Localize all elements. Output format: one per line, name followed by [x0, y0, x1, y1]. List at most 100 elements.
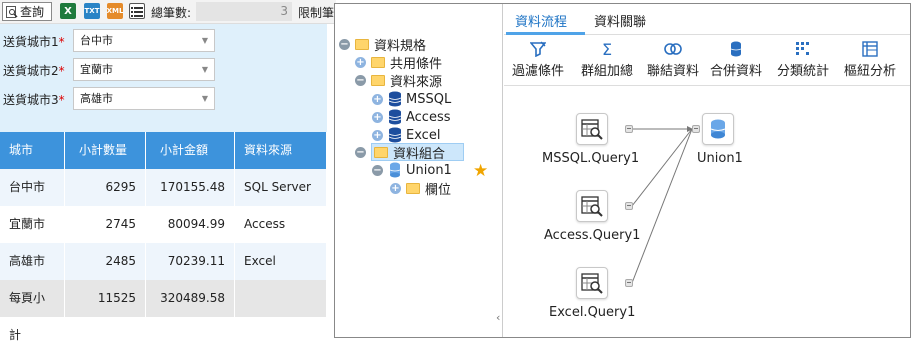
chevron-left-icon[interactable]: ‹ [496, 311, 500, 324]
folder-icon [374, 146, 388, 158]
tree-label: 資料來源 [390, 74, 443, 90]
header-qty[interactable]: 小計數量 [65, 132, 146, 169]
tab-data-flow[interactable]: 資料流程 [515, 11, 567, 30]
access-query-node[interactable] [576, 190, 608, 222]
data-spec-panel: − 資料規格 + 共用條件 − 資料來源 + MSSQL + Access + … [334, 3, 911, 338]
tab-data-relation[interactable]: 資料關聯 [594, 11, 646, 30]
spec-tree: − 資料規格 + 共用條件 − 資料來源 + MSSQL + Access + … [335, 4, 503, 337]
filter-row-city3: 送貨城市3* 高雄市 ▼ [0, 85, 327, 111]
limit-label: 限制筆 [298, 6, 335, 20]
table-total-row: 每頁小計 11525 320489.58 [0, 280, 327, 342]
tree-node-excel[interactable]: + Excel [372, 126, 440, 144]
cell-amount: 80094.99 [146, 206, 235, 243]
tree-node-union[interactable]: − Union1 [372, 161, 452, 179]
tree-node-sources[interactable]: − 資料來源 [355, 71, 443, 90]
expand-icon[interactable]: + [372, 111, 383, 123]
expand-icon[interactable]: + [372, 93, 383, 105]
pivot-button[interactable]: 樞紐分析 [839, 38, 901, 79]
group-sum-button[interactable]: Σ 群組加總 [576, 38, 638, 80]
sigma-icon: Σ [601, 39, 613, 59]
pivot-icon [862, 41, 878, 57]
query-button[interactable]: 查詢 [2, 2, 52, 21]
output-port[interactable] [625, 125, 633, 133]
filter-row-city1: 送貨城市1* 台中市 ▼ [0, 27, 327, 53]
filter-label: 送貨城市1 [3, 35, 59, 49]
report-area: 查詢 X TXT XML 總筆數: 3 限制筆 送貨城市1* 台中市 ▼ 送貨城市… [0, 0, 336, 342]
tree-label: Union1 [406, 162, 452, 178]
required-mark: * [58, 64, 65, 78]
city1-select[interactable]: 台中市 ▼ [73, 29, 215, 52]
output-port[interactable] [625, 202, 633, 210]
tree-label: 資料組合 [393, 146, 446, 162]
tree-node-root[interactable]: − 資料規格 [339, 35, 427, 54]
cell-source: SQL Server [235, 169, 327, 206]
cell-city: 台中市 [0, 169, 65, 206]
join-button[interactable]: 聯結資料 [642, 38, 704, 79]
txt-export-icon[interactable]: TXT [84, 3, 100, 19]
collapse-icon[interactable]: − [339, 38, 350, 50]
header-city[interactable]: 城市 [0, 132, 65, 169]
input-port[interactable] [692, 125, 700, 133]
collapse-icon[interactable]: − [355, 74, 366, 86]
excel-query-node[interactable] [576, 267, 608, 299]
tree-node-groups[interactable]: − 資料組合 [355, 143, 464, 162]
expand-icon[interactable]: + [390, 182, 401, 194]
total-qty: 11525 [65, 280, 146, 317]
classify-button[interactable]: 分類統計 [772, 38, 834, 79]
merge-icon [730, 41, 742, 57]
xml-export-icon[interactable]: XML [107, 3, 123, 19]
star-icon[interactable]: ★ [473, 161, 488, 181]
cell-qty: 2745 [65, 206, 146, 243]
header-amount[interactable]: 小計金額 [146, 132, 235, 169]
table-header-row: 城市 小計數量 小計金額 資料來源 [0, 132, 327, 169]
folder-icon [371, 74, 385, 86]
tree-label: 資料規格 [374, 38, 427, 54]
expand-icon[interactable]: + [355, 56, 366, 68]
action-toolbar: 過濾條件 Σ 群組加總 聯結資料 合併資料 分類統計 樞紐分析 [504, 36, 910, 86]
filter-button[interactable]: 過濾條件 [507, 38, 569, 79]
excel-export-icon[interactable]: X [60, 3, 76, 19]
filter-panel: 送貨城市1* 台中市 ▼ 送貨城市2* 宜蘭市 ▼ 送貨城市3* 高雄市 ▼ [0, 24, 327, 132]
merge-button[interactable]: 合併資料 [705, 38, 767, 79]
folder-icon [406, 182, 420, 194]
table-row: 高雄市 2485 70239.11 Excel [0, 243, 327, 280]
city3-select[interactable]: 高雄市 ▼ [73, 87, 215, 110]
filter-label: 送貨城市2 [3, 64, 59, 78]
mssql-query-node[interactable] [576, 113, 608, 145]
table-search-icon [581, 196, 603, 217]
database-icon [388, 127, 402, 143]
tree-node-access[interactable]: + Access [372, 108, 451, 126]
grid-stats-icon [796, 42, 809, 55]
header-source[interactable]: 資料來源 [235, 132, 327, 169]
tree-node-mssql[interactable]: + MSSQL [372, 90, 451, 108]
total-count-field: 3 [196, 2, 292, 21]
flow-canvas: MSSQL.Query1 Access.Query1 Excel.Query1 … [504, 87, 910, 337]
output-port[interactable] [625, 279, 633, 287]
tree-node-shared[interactable]: + 共用條件 [355, 53, 442, 72]
selected-node[interactable]: 資料組合 [371, 143, 464, 162]
excel-query-label: Excel.Query1 [549, 305, 636, 320]
query-icon [6, 5, 18, 18]
filter-icon [530, 41, 546, 57]
collapse-icon[interactable]: − [372, 164, 383, 176]
required-mark: * [58, 93, 65, 107]
cell-amount: 70239.11 [146, 243, 235, 280]
table-search-icon [581, 119, 603, 140]
union-icon [710, 119, 726, 139]
filter-row-city2: 送貨城市2* 宜蘭市 ▼ [0, 56, 327, 82]
tree-label: Excel [406, 127, 441, 143]
tree-node-field[interactable]: + 欄位 [390, 179, 451, 198]
list-icon[interactable] [129, 3, 145, 19]
city2-select[interactable]: 宜蘭市 ▼ [73, 58, 215, 81]
chevron-down-icon: ▼ [201, 65, 208, 74]
chevron-down-icon: ▼ [201, 36, 208, 45]
cell-qty: 6295 [65, 169, 146, 206]
cell-source: Excel [235, 243, 327, 280]
total-count-label: 總筆數: [151, 6, 192, 20]
active-tab-indicator [506, 32, 585, 35]
union-label: Union1 [697, 151, 743, 166]
cell-amount: 170155.48 [146, 169, 235, 206]
union-node[interactable] [702, 113, 734, 145]
collapse-icon[interactable]: − [355, 146, 366, 158]
expand-icon[interactable]: + [372, 129, 383, 141]
